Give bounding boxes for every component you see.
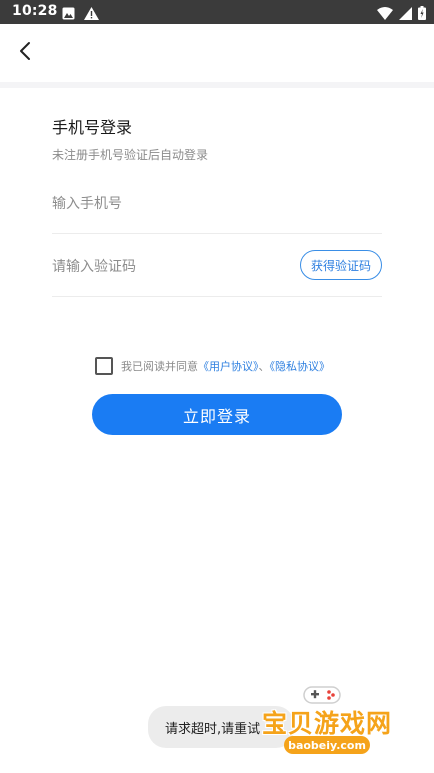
phone-input[interactable] (52, 192, 282, 216)
wifi-icon (377, 5, 393, 24)
agreement-checkbox[interactable] (95, 357, 113, 375)
page-subtitle: 未注册手机号验证后自动登录 (52, 148, 209, 162)
agreement-row: 我已阅读并同意《用户协议》、《隐私协议》 (95, 357, 330, 375)
status-bar: 10:28 (0, 0, 434, 24)
header-divider (0, 82, 434, 88)
login-button[interactable]: 立即登录 (92, 394, 342, 435)
page-title: 手机号登录 (52, 118, 133, 137)
chevron-left-icon (18, 41, 32, 65)
user-agreement-link[interactable]: 《用户协议》 (198, 360, 259, 373)
battery-icon (418, 5, 426, 24)
privacy-agreement-link[interactable]: 《隐私协议》 (270, 360, 331, 373)
phone-field-row (52, 174, 382, 234)
status-time: 10:28 (12, 3, 58, 19)
watermark-logo: 宝贝游戏网 baobeiy.com (254, 680, 434, 773)
signal-icon (399, 5, 412, 24)
code-field-row: 获得验证码 (52, 237, 382, 297)
agreement-prefix: 我已阅读并同意 (121, 360, 198, 373)
verification-code-input[interactable] (52, 255, 282, 279)
agreement-text: 我已阅读并同意《用户协议》、《隐私协议》 (121, 358, 330, 374)
back-button[interactable] (8, 36, 42, 70)
agreement-separator: 、 (258, 360, 270, 373)
watermark-domain: baobeiy.com (284, 736, 370, 754)
watermark-title: 宝贝游戏网 (262, 709, 393, 738)
header (0, 24, 434, 82)
warning-icon (84, 5, 99, 24)
get-code-button[interactable]: 获得验证码 (300, 250, 382, 280)
photo-icon (62, 5, 75, 24)
